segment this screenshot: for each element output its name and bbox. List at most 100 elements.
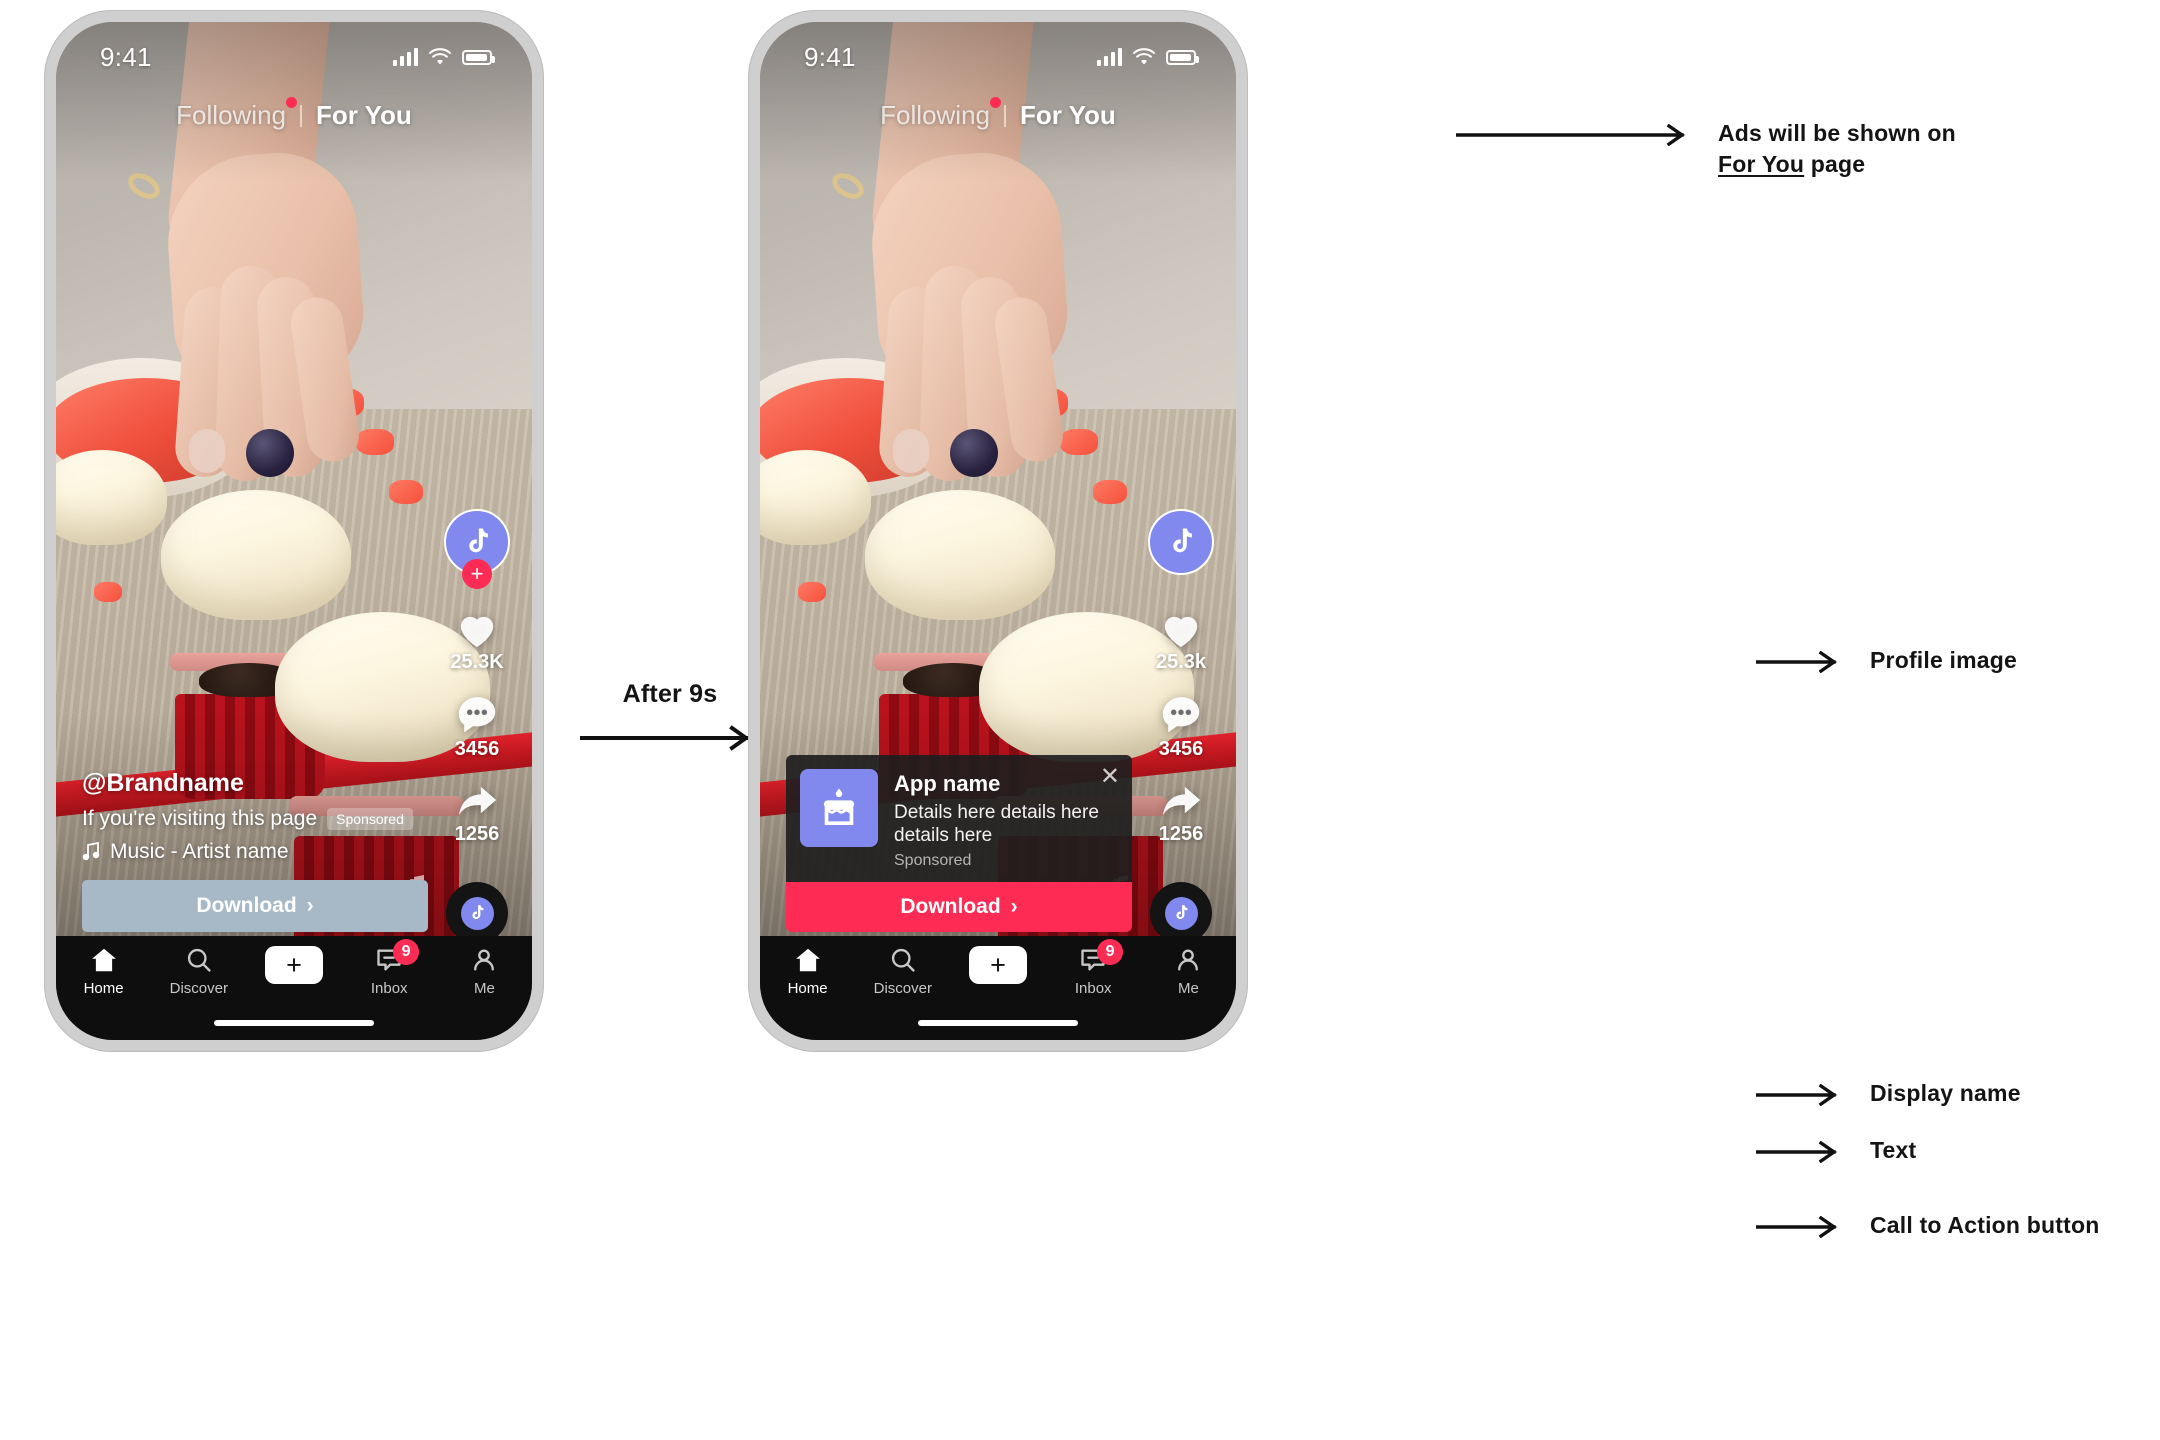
download-button-plain[interactable]: Download › [82,880,428,932]
nav-label-discover: Discover [873,980,932,997]
annotation-profile-image-text: Profile image [1870,647,2018,673]
cellular-bars-icon [393,48,418,66]
nav-item-home[interactable]: Home [760,946,855,997]
cta-download-button[interactable]: Download › [786,882,1132,932]
caption-username[interactable]: @Brandname [82,769,412,798]
annotation-ads-for-you-text: Ads will be shown on For You page [1718,118,1956,180]
close-icon[interactable]: ✕ [1100,764,1120,789]
ad-card-body[interactable]: App name Details here details here detai… [786,754,1132,882]
cellular-bars-icon [1097,48,1122,66]
create-plus-icon[interactable]: + [260,946,328,984]
profile-avatar[interactable] [1148,509,1214,575]
tab-for-you[interactable]: For You [1020,100,1116,131]
comment-button[interactable]: 3456 [1159,694,1203,761]
search-icon [891,948,915,972]
bottom-nav: Home Discover + 9 Inbox Me [56,936,532,1040]
nav-label-home: Home [787,980,828,997]
nav-item-discover[interactable]: Discover [855,946,950,997]
music-disc-button[interactable] [446,882,508,944]
transition-annotation: After 9s [578,680,760,758]
comment-button[interactable]: 3456 [454,694,500,761]
person-icon [474,949,495,971]
annotation-display-name-text: Display name [1870,1080,2021,1106]
ad-sponsored-label: Sponsored [894,852,972,869]
feed-tabs: Following For You [760,97,1236,131]
like-count: 25.3K [450,651,504,673]
nav-item-discover[interactable]: Discover [151,946,246,997]
annotation-ads-for-you: Ads will be shown on For You page [1456,118,2116,180]
music-note-icon [82,842,100,861]
battery-icon [1166,49,1199,65]
tab-following-label: Following [176,100,286,130]
share-button[interactable]: 1256 [454,781,500,846]
annotation-cta-text: Call to Action button [1870,1212,2100,1238]
nav-item-me[interactable]: Me [1141,946,1236,997]
home-indicator [918,1020,1078,1026]
arrow-right-icon [1756,1141,1837,1163]
tiktok-note-icon [1176,905,1188,920]
status-bar-time: 9:41 [100,41,152,72]
feed-tabs: Following For You [56,97,532,131]
profile-avatar-wrap[interactable] [1148,509,1214,575]
nav-item-create[interactable]: + [246,946,341,984]
arrow-right-icon [578,725,750,751]
status-bar: 9:41 [760,22,1236,92]
caption-music-row[interactable]: Music - Artist name [82,840,412,864]
music-disc-button[interactable] [1150,882,1212,944]
tab-following[interactable]: Following [880,97,1001,131]
tab-separator [1004,104,1006,127]
chevron-right-icon: › [1010,895,1018,918]
disc-core [460,896,494,930]
create-plus-glyph: + [990,949,1006,980]
nav-label-inbox: Inbox [1074,980,1112,997]
nav-item-inbox[interactable]: 9 Inbox [1046,939,1141,997]
annotation-line-2-tail: page [1804,151,1866,178]
download-plain-label: Download [196,894,297,917]
like-count: 25.3k [1155,651,1207,673]
tab-following[interactable]: Following [176,97,297,131]
transition-label: After 9s [622,680,718,708]
battery-icon [462,49,495,65]
profile-avatar-wrap[interactable]: + [444,509,510,589]
comment-bubble-icon [1162,697,1200,733]
share-count: 1256 [1158,823,1204,845]
caption-text: If you're visiting this page [82,807,318,830]
disc-core [1164,896,1198,930]
status-bar: 9:41 [56,22,532,92]
ad-description: Details here details here details here [894,801,1099,846]
cta-label: Download [900,895,1001,918]
comment-count: 3456 [454,738,500,760]
bottom-nav: Home Discover + 9 Inbox Me [760,936,1236,1040]
video-caption-block: @Brandname If you're visiting this page … [82,769,413,864]
nav-item-create[interactable]: + [950,946,1045,984]
arrow-right-icon [1756,651,1837,673]
tab-for-you[interactable]: For You [316,100,412,131]
create-plus-glyph: + [286,949,302,980]
home-indicator [214,1020,374,1026]
following-notification-dot [990,97,1001,108]
share-count: 1256 [454,823,500,845]
sponsored-badge: Sponsored [327,808,413,830]
nav-item-inbox[interactable]: 9 Inbox [342,939,437,997]
birthday-cake-icon [800,768,878,847]
wifi-icon [428,48,452,65]
annotation-display-name: Display name [1756,1078,2156,1109]
inbox-badge: 9 [1097,939,1124,965]
annotation-line-1: Ads will be shown on [1718,120,1956,146]
nav-label-inbox: Inbox [370,980,408,997]
home-icon [91,948,116,972]
nav-label-discover: Discover [169,980,228,997]
heart-icon [460,616,494,648]
tiktok-note-icon [469,528,488,553]
nav-item-me[interactable]: Me [437,946,532,997]
nav-label-me: Me [1177,980,1199,997]
follow-plus-button[interactable]: + [462,559,492,589]
share-button[interactable]: 1256 [1158,781,1204,846]
caption-music-label: Music - Artist name [110,840,289,863]
annotation-profile-image: Profile image [1756,645,2156,676]
nav-item-home[interactable]: Home [56,946,151,997]
phone-screen-after: 9:41 Following For You 25.3k 3456 1256 A… [760,22,1236,1040]
like-button[interactable]: 25.3k [1156,607,1206,674]
like-button[interactable]: 25.3K [450,607,504,674]
create-plus-icon[interactable]: + [964,946,1032,984]
